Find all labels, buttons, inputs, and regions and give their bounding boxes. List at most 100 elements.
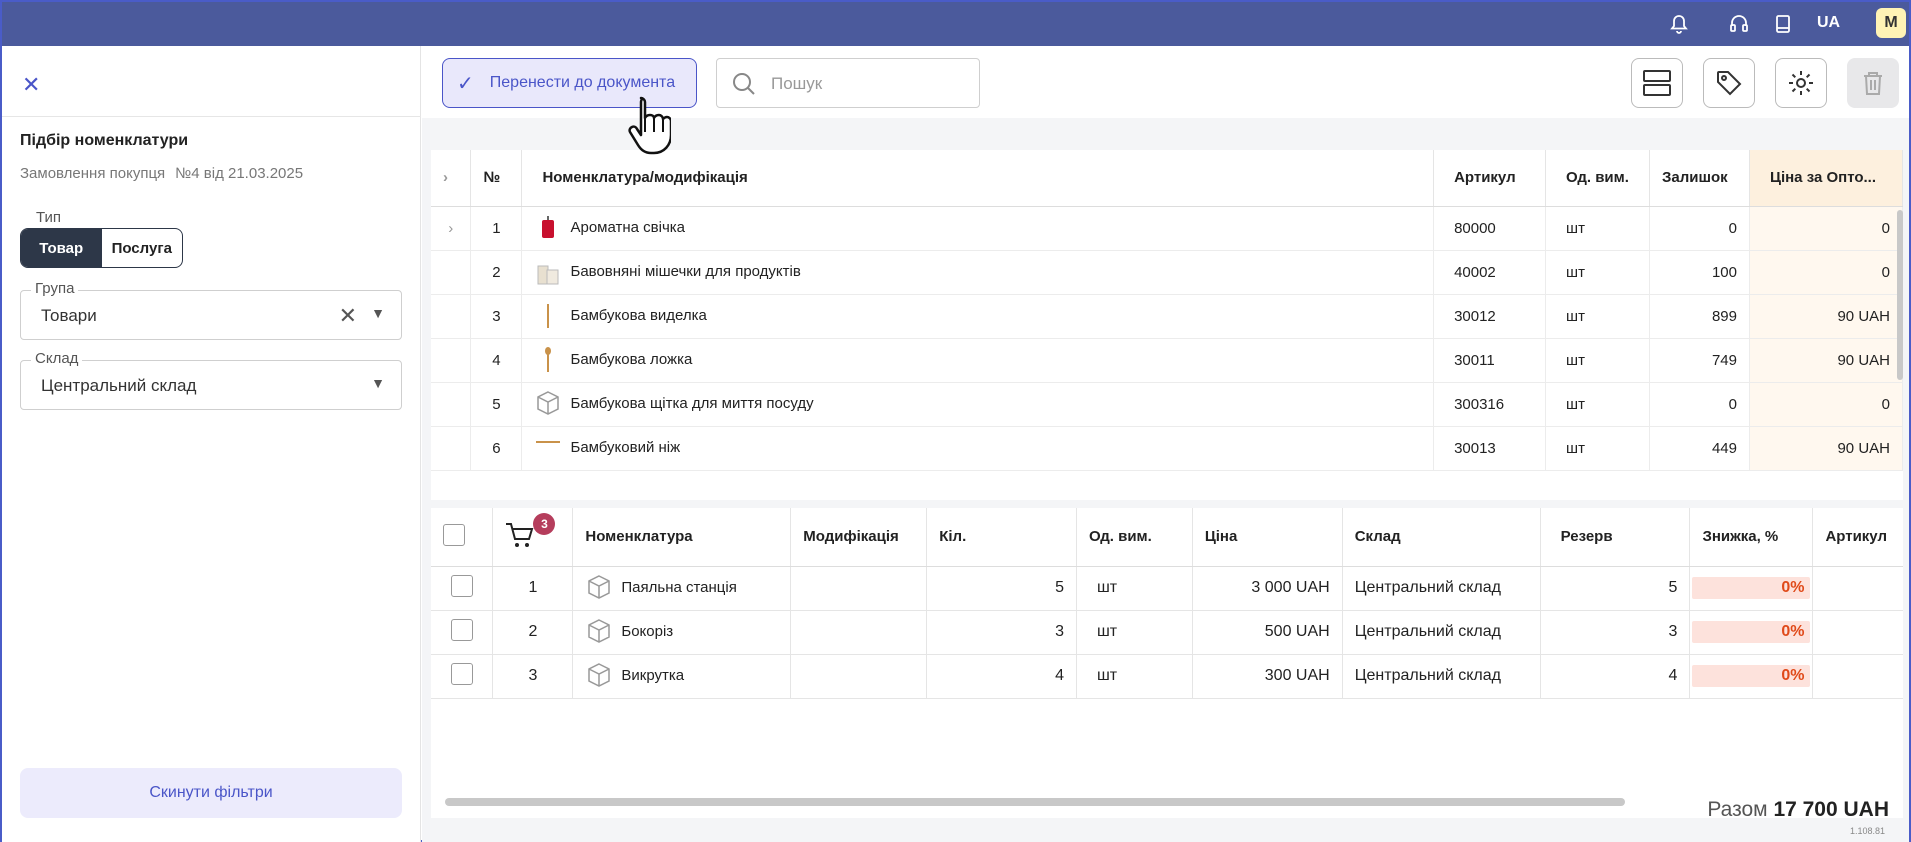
row-unit[interactable]: шт — [1076, 566, 1193, 611]
col-warehouse[interactable]: Склад — [1342, 508, 1541, 567]
row-checkbox[interactable] — [450, 618, 473, 641]
row-qty[interactable]: 3 — [926, 610, 1077, 655]
table-row[interactable]: 2 Бокоріз 3 шт 500 UAH Центральний склад… — [431, 610, 1903, 655]
box-icon — [534, 390, 562, 418]
row-checkbox[interactable] — [450, 574, 473, 597]
col-unit[interactable]: Од. вим. — [1076, 508, 1193, 567]
chevron-down-icon[interactable]: ▼ — [371, 375, 385, 391]
type-label: Тип — [32, 209, 66, 226]
total-value: 17 700 UAH — [1773, 798, 1889, 821]
row-spacer — [431, 426, 472, 471]
row-price[interactable]: 300 UAH — [1192, 654, 1343, 699]
row-stock: 749 — [1649, 338, 1750, 383]
sidebar-title: Підбір номенклатури — [20, 132, 189, 149]
row-reserve[interactable]: 4 — [1540, 654, 1691, 699]
row-qty[interactable]: 5 — [926, 566, 1077, 611]
col-number[interactable]: № — [470, 150, 523, 207]
row-name: Бамбукова ложка — [570, 350, 693, 368]
col-sku[interactable]: Артикул — [1433, 150, 1547, 207]
row-modification[interactable] — [790, 654, 928, 699]
selected-header-row: 3 Номенклатура Модифікація Кіл. Од. вим.… — [431, 508, 1903, 567]
vertical-scrollbar[interactable] — [1897, 210, 1903, 380]
col-sku[interactable]: Артикул — [1812, 508, 1903, 567]
col-unit[interactable]: Од. вим. — [1545, 150, 1651, 207]
table-row[interactable]: › 1 Ароматна свічка 80000 шт 0 0 — [431, 206, 1903, 251]
row-unit[interactable]: шт — [1076, 610, 1193, 655]
headset-icon[interactable] — [1728, 13, 1750, 35]
warehouse-value: Центральний склад — [41, 376, 197, 395]
tag-button[interactable] — [1703, 58, 1755, 108]
row-warehouse[interactable]: Центральний склад — [1342, 654, 1541, 699]
row-unit[interactable]: шт — [1076, 654, 1193, 699]
col-price[interactable]: Ціна — [1192, 508, 1343, 567]
row-name-cell: Бамбукова виделка — [521, 294, 1435, 339]
row-price: 0 — [1749, 382, 1903, 427]
row-discount-cell[interactable]: 0% — [1689, 654, 1814, 699]
select-all-checkbox[interactable] — [443, 523, 465, 546]
table-row[interactable]: 1 Паяльна станція 5 шт 3 000 UAH Централ… — [431, 566, 1903, 611]
bell-icon[interactable] — [1668, 13, 1690, 35]
row-name-cell: Бамбуковий ніж — [521, 426, 1435, 471]
table-row[interactable]: 3 Бамбукова виделка 30012 шт 899 90 UAH — [431, 294, 1903, 339]
table-row[interactable]: 4 Бамбукова ложка 30011 шт 749 90 UAH — [431, 338, 1903, 383]
row-price[interactable]: 3 000 UAH — [1192, 566, 1343, 611]
expand-all-icon[interactable]: › — [431, 150, 472, 207]
col-reserve[interactable]: Резерв — [1540, 508, 1691, 567]
settings-button[interactable] — [1775, 58, 1827, 108]
row-number: 2 — [492, 610, 574, 655]
filter-sidebar: ✕ Підбір номенклатури Замовлення покупця… — [2, 46, 421, 842]
row-price[interactable]: 500 UAH — [1192, 610, 1343, 655]
row-item-name: Бокоріз — [621, 622, 674, 640]
row-warehouse[interactable]: Центральний склад — [1342, 610, 1541, 655]
table-row[interactable]: 5 Бамбукова щітка для миття посуду 30031… — [431, 382, 1903, 427]
col-discount[interactable]: Знижка, % — [1689, 508, 1814, 567]
row-discount-cell[interactable]: 0% — [1689, 610, 1814, 655]
row-checkbox[interactable] — [450, 662, 473, 685]
row-reserve[interactable]: 5 — [1540, 566, 1691, 611]
layout-toggle-button[interactable] — [1631, 58, 1683, 108]
row-number: 4 — [470, 338, 523, 383]
group-select[interactable]: Група Товари ✕ ▼ — [20, 280, 402, 340]
cart-cell: 3 — [492, 508, 574, 567]
clear-icon[interactable]: ✕ — [339, 303, 357, 329]
close-icon[interactable]: ✕ — [22, 72, 40, 98]
row-warehouse[interactable]: Центральний склад — [1342, 566, 1541, 611]
row-sku — [1812, 654, 1903, 699]
knife-icon — [534, 434, 562, 462]
type-option-service[interactable]: Послуга — [102, 229, 183, 267]
horizontal-scrollbar[interactable] — [445, 798, 1625, 806]
reset-filters-button[interactable]: Скинути фільтри — [20, 768, 402, 818]
col-price[interactable]: Ціна за Опто... — [1749, 150, 1903, 207]
row-modification[interactable] — [790, 566, 928, 611]
row-reserve[interactable]: 3 — [1540, 610, 1691, 655]
cart-badge: 3 — [533, 512, 556, 535]
table-row[interactable]: 3 Викрутка 4 шт 300 UAH Центральний скла… — [431, 654, 1903, 699]
row-number: 5 — [470, 382, 523, 427]
table-row[interactable]: 6 Бамбуковий ніж 30013 шт 449 90 UAH — [431, 426, 1903, 471]
row-discount-cell[interactable]: 0% — [1689, 566, 1814, 611]
box-icon — [585, 574, 613, 602]
avatar[interactable]: M — [1876, 8, 1906, 38]
col-stock[interactable]: Залишок — [1649, 150, 1750, 207]
row-sku — [1812, 566, 1903, 611]
delete-button[interactable] — [1847, 58, 1899, 108]
row-name-cell: Бамбукова ложка — [521, 338, 1435, 383]
language-switch[interactable]: UA — [1817, 14, 1840, 32]
table-row[interactable]: 2 Бавовняні мішечки для продуктів 40002 … — [431, 250, 1903, 295]
col-modification[interactable]: Модифікація — [790, 508, 928, 567]
row-qty[interactable]: 4 — [926, 654, 1077, 699]
row-price: 0 — [1749, 206, 1903, 251]
row-expand-icon[interactable]: › — [431, 206, 472, 251]
col-item[interactable]: Номенклатура — [572, 508, 792, 567]
type-option-product[interactable]: Товар — [21, 229, 102, 267]
search-input[interactable]: Пошук — [716, 58, 980, 108]
main-area: ✓ Перенести до документа Пошук › № Номен… — [422, 46, 1909, 842]
chevron-down-icon[interactable]: ▼ — [371, 305, 385, 321]
top-bar: UA M — [2, 2, 1909, 46]
row-price: 90 UAH — [1749, 426, 1903, 471]
book-icon[interactable] — [1772, 13, 1794, 35]
warehouse-select[interactable]: Склад Центральний склад ▼ — [20, 350, 402, 410]
row-name: Бавовняні мішечки для продуктів — [570, 262, 801, 280]
col-qty[interactable]: Кіл. — [926, 508, 1077, 567]
row-modification[interactable] — [790, 610, 928, 655]
